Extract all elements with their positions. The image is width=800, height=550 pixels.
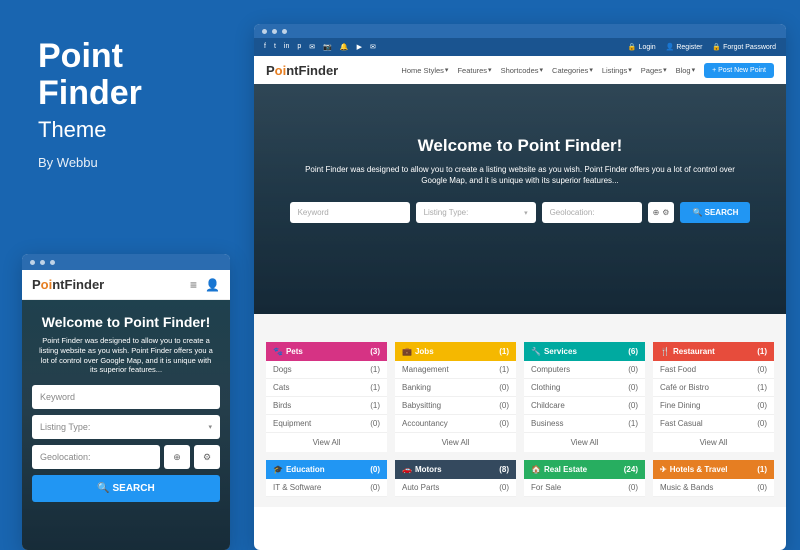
- category-card: 🐾Pets(3)Dogs(1)Cats(1)Birds(1)Equipment(…: [266, 342, 387, 452]
- category-row[interactable]: Fine Dining(0): [653, 397, 774, 415]
- category-header[interactable]: 🔧Services(6): [524, 342, 645, 361]
- logo[interactable]: PointFinder: [32, 277, 104, 292]
- mobile-hero: Welcome to Point Finder! Point Finder wa…: [22, 300, 230, 550]
- category-row[interactable]: Banking(0): [395, 379, 516, 397]
- keyword-input[interactable]: Keyword: [32, 385, 220, 409]
- social-icon[interactable]: ✉: [370, 43, 376, 51]
- desktop-browser-bar: [254, 24, 786, 38]
- login-link[interactable]: 🔒 Login: [628, 43, 656, 51]
- logo[interactable]: PointFinder: [266, 63, 338, 78]
- mobile-desc: Point Finder was designed to allow you t…: [32, 336, 220, 375]
- nav-item[interactable]: Listings ▾: [602, 66, 632, 75]
- locate-icon[interactable]: ⊕: [164, 445, 190, 469]
- search-button[interactable]: 🔍 SEARCH: [32, 475, 220, 502]
- category-header[interactable]: 🚗Motors(8): [395, 460, 516, 479]
- category-row[interactable]: Dogs(1): [266, 361, 387, 379]
- topbar: ftinp ✉ 📷 🔔 ▶ ✉ 🔒 Login 👤 Register 🔒 Forgot P…: [254, 38, 786, 56]
- mobile-browser-bar: [22, 254, 230, 270]
- categories-grid: 🐾Pets(3)Dogs(1)Cats(1)Birds(1)Equipment(…: [254, 314, 786, 507]
- title-line1: Point: [38, 38, 142, 75]
- category-row[interactable]: Café or Bistro(1): [653, 379, 774, 397]
- category-row[interactable]: For Sale(0): [524, 479, 645, 497]
- listing-select[interactable]: Listing Type:▾: [416, 202, 536, 223]
- hero-desc: Point Finder was designed to allow you t…: [278, 164, 762, 186]
- category-header[interactable]: 🍴Restaurant(1): [653, 342, 774, 361]
- mobile-header: PointFinder ≡ 👤: [22, 270, 230, 300]
- nav-item[interactable]: Features ▾: [457, 66, 491, 75]
- category-row[interactable]: Childcare(0): [524, 397, 645, 415]
- title-sub: Theme: [38, 117, 142, 143]
- category-row[interactable]: Fast Food(0): [653, 361, 774, 379]
- category-card: 🍴Restaurant(1)Fast Food(0)Café or Bistro…: [653, 342, 774, 452]
- category-row[interactable]: Management(1): [395, 361, 516, 379]
- category-row[interactable]: Fast Casual(0): [653, 415, 774, 433]
- nav-item[interactable]: Shortcodes ▾: [501, 66, 543, 75]
- gear-icon[interactable]: ⚙: [662, 208, 669, 217]
- category-row[interactable]: Equipment(0): [266, 415, 387, 433]
- register-link[interactable]: 👤 Register: [666, 43, 703, 51]
- view-all-link[interactable]: View All: [395, 433, 516, 452]
- hero: Welcome to Point Finder! Point Finder wa…: [254, 84, 786, 314]
- mobile-heading: Welcome to Point Finder!: [32, 314, 220, 330]
- title-by: By Webbu: [38, 155, 142, 170]
- geo-input[interactable]: Geolocation:: [542, 202, 642, 223]
- title-line2: Finder: [38, 75, 142, 112]
- category-row[interactable]: Computers(0): [524, 361, 645, 379]
- category-card: 🔧Services(6)Computers(0)Clothing(0)Child…: [524, 342, 645, 452]
- category-header[interactable]: ✈Hotels & Travel(1): [653, 460, 774, 479]
- hero-heading: Welcome to Point Finder!: [278, 136, 762, 156]
- category-row[interactable]: Accountancy(0): [395, 415, 516, 433]
- social-icons: ftinp ✉ 📷 🔔 ▶ ✉: [264, 43, 376, 51]
- category-card: 🚗Motors(8)Auto Parts(0): [395, 460, 516, 497]
- user-icon[interactable]: 👤: [205, 278, 220, 292]
- social-icon[interactable]: in: [284, 43, 289, 51]
- category-row[interactable]: Cats(1): [266, 379, 387, 397]
- view-all-link[interactable]: View All: [653, 433, 774, 452]
- category-row[interactable]: Clothing(0): [524, 379, 645, 397]
- nav-menu: Home Styles ▾ Features ▾ Shortcodes ▾ Categ…: [401, 63, 774, 78]
- geo-input[interactable]: Geolocation:: [32, 445, 160, 469]
- category-header[interactable]: 🏠Real Estate(24): [524, 460, 645, 479]
- category-card: 🏠Real Estate(24)For Sale(0): [524, 460, 645, 497]
- locate-icon[interactable]: ⊕: [653, 208, 660, 217]
- keyword-input[interactable]: Keyword: [290, 202, 410, 223]
- social-icon[interactable]: 🔔: [340, 43, 349, 51]
- mobile-preview: PointFinder ≡ 👤 Welcome to Point Finder!…: [22, 254, 230, 550]
- view-all-link[interactable]: View All: [524, 433, 645, 452]
- category-row[interactable]: Babysitting(0): [395, 397, 516, 415]
- listing-select[interactable]: Listing Type:▾: [32, 415, 220, 439]
- forgot-link[interactable]: 🔒 Forgot Password: [712, 43, 776, 51]
- desktop-preview: ftinp ✉ 📷 🔔 ▶ ✉ 🔒 Login 👤 Register 🔒 Forgot P…: [254, 24, 786, 550]
- social-icon[interactable]: 📷: [323, 43, 332, 51]
- nav-item[interactable]: Categories ▾: [552, 66, 593, 75]
- category-row[interactable]: Birds(1): [266, 397, 387, 415]
- promo-title: Point Finder Theme By Webbu: [38, 38, 142, 170]
- category-card: 🎓Education(0)IT & Software(0): [266, 460, 387, 497]
- category-row[interactable]: IT & Software(0): [266, 479, 387, 497]
- social-icon[interactable]: t: [274, 43, 276, 51]
- nav-item[interactable]: Pages ▾: [641, 66, 667, 75]
- category-header[interactable]: 💼Jobs(1): [395, 342, 516, 361]
- category-header[interactable]: 🐾Pets(3): [266, 342, 387, 361]
- post-button[interactable]: + Post New Point: [704, 63, 774, 78]
- nav-item[interactable]: Home Styles ▾: [401, 66, 448, 75]
- social-icon[interactable]: f: [264, 43, 266, 51]
- search-button[interactable]: 🔍 SEARCH: [680, 202, 750, 223]
- social-icon[interactable]: p: [297, 43, 301, 51]
- view-all-link[interactable]: View All: [266, 433, 387, 452]
- menu-icon[interactable]: ≡: [190, 278, 197, 292]
- category-card: 💼Jobs(1)Management(1)Banking(0)Babysitti…: [395, 342, 516, 452]
- category-card: ✈Hotels & Travel(1)Music & Bands(0): [653, 460, 774, 497]
- category-header[interactable]: 🎓Education(0): [266, 460, 387, 479]
- social-icon[interactable]: ✉: [309, 43, 315, 51]
- category-row[interactable]: Auto Parts(0): [395, 479, 516, 497]
- category-row[interactable]: Music & Bands(0): [653, 479, 774, 497]
- gear-icon[interactable]: ⚙: [194, 445, 220, 469]
- nav-item[interactable]: Blog ▾: [676, 66, 696, 75]
- category-row[interactable]: Business(1): [524, 415, 645, 433]
- navbar: PointFinder Home Styles ▾ Features ▾ Short…: [254, 56, 786, 84]
- social-icon[interactable]: ▶: [357, 43, 362, 51]
